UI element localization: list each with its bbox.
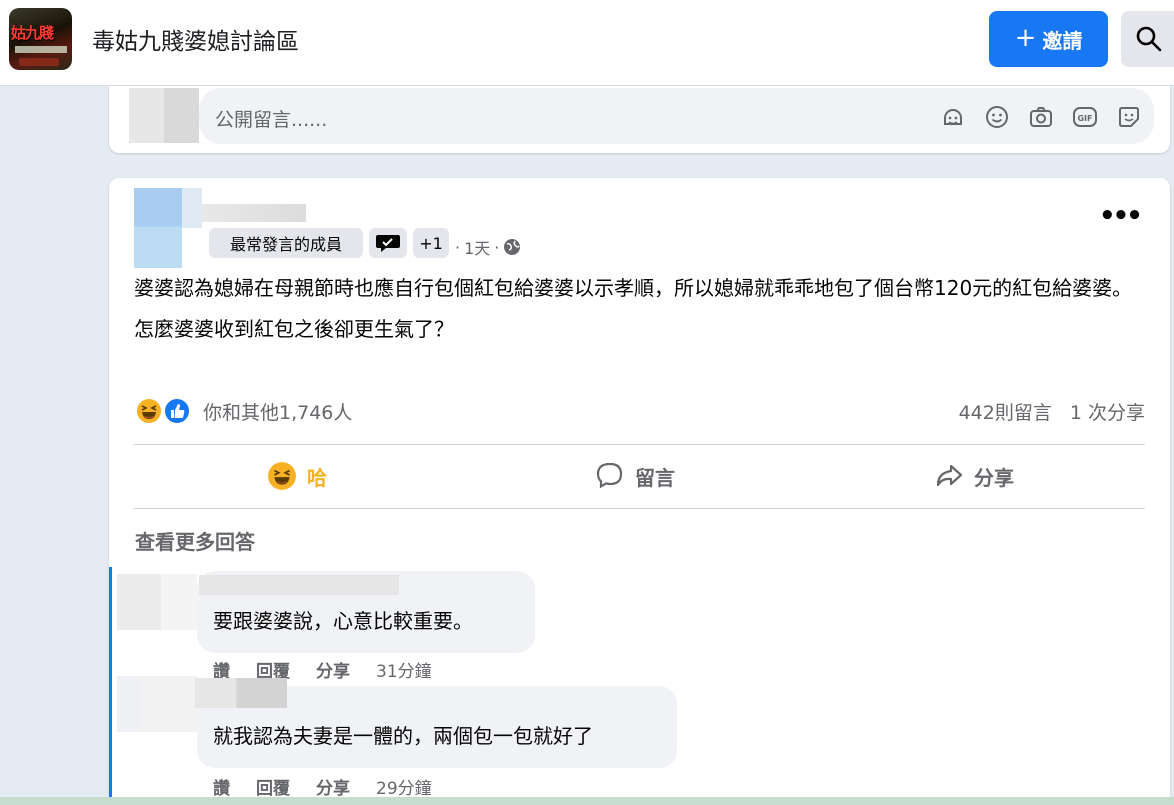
conversation-badge[interactable] <box>369 228 407 258</box>
reactors-text: 你和其他1,746人 <box>203 401 353 424</box>
like-comment-button[interactable]: 讚 <box>213 774 230 799</box>
avatar <box>182 188 202 228</box>
like-icon <box>163 397 191 425</box>
comment-input[interactable]: 公開留言...... GIF <box>199 88 1154 144</box>
view-more-answers-link[interactable]: 查看更多回答 <box>135 526 255 555</box>
more-badges[interactable]: +1 <box>413 228 449 258</box>
group-logo[interactable]: 姑九賤 <box>9 8 72 70</box>
share-button[interactable]: 分享 <box>934 458 1014 494</box>
svg-text:GIF: GIF <box>1077 114 1092 123</box>
share-count[interactable]: 1 次分享 <box>1070 398 1145 425</box>
reaction-icons <box>135 395 195 427</box>
share-icon <box>936 464 963 487</box>
reaction-summary[interactable]: 你和其他1,746人 <box>135 395 352 427</box>
comment-time[interactable]: 29分鐘 <box>376 774 432 799</box>
haha-icon <box>268 462 296 490</box>
avatar <box>129 88 199 143</box>
avatar[interactable] <box>117 676 197 732</box>
logo-decoration <box>15 46 67 53</box>
post-paragraph: 怎麼婆婆收到紅包之後卻更生氣了？ <box>134 317 454 341</box>
share-comment-button[interactable]: 分享 <box>316 774 350 799</box>
camera-icon[interactable] <box>1028 104 1054 130</box>
more-badges-label: +1 <box>419 233 443 253</box>
invite-label: 邀請 <box>1042 28 1083 53</box>
composer-tools: GIF <box>940 104 1142 130</box>
badge-label: 最常發言的成員 <box>229 235 342 254</box>
gif-icon[interactable]: GIF <box>1072 104 1098 130</box>
comment-icon <box>596 462 623 489</box>
haha-label: 哈 <box>307 465 327 490</box>
plus-icon: + <box>1014 22 1037 53</box>
post-time[interactable]: 1天 <box>464 235 490 259</box>
post-meta: · 1天 · <box>455 235 521 259</box>
avatar[interactable] <box>117 574 197 630</box>
speech-bubble-icon <box>376 235 400 252</box>
commenter-name[interactable] <box>199 575 399 595</box>
top-contributor-badge[interactable]: 最常發言的成員 <box>209 228 363 258</box>
comment-count[interactable]: 442則留言 <box>959 398 1052 425</box>
more-options-button[interactable]: ••• <box>1099 203 1143 229</box>
emoji-icon[interactable] <box>984 104 1010 130</box>
post-paragraph: 婆婆認為媳婦在母親節時也應自行包個紅包給婆婆以示孝順，所以媳婦就乖乖地包了個台幣… <box>134 276 1133 300</box>
divider <box>134 508 1145 509</box>
divider <box>134 444 1145 445</box>
globe-icon <box>504 239 521 255</box>
post-card: 最常發言的成員 +1 · 1天 · ••• 婆婆認為媳婦在母親節時也應自行包個紅… <box>109 178 1170 805</box>
avatar-sticker-icon[interactable] <box>940 104 966 130</box>
thread-line <box>109 567 112 797</box>
haha-button[interactable]: 哈 <box>267 458 327 494</box>
comment-text: 就我認為夫妻是一體的，兩個包一包就好了 <box>213 724 593 748</box>
comment-composer: 公開留言...... GIF <box>109 86 1170 153</box>
group-title[interactable]: 毒姑九賤婆媳討論區 <box>92 22 299 56</box>
reply-button[interactable]: 回覆 <box>256 774 290 799</box>
comment-label: 留言 <box>635 465 675 490</box>
haha-icon <box>135 397 163 425</box>
engagement-counts: 442則留言 1 次分享 <box>959 398 1145 425</box>
group-header: 姑九賤 毒姑九賤婆媳討論區 + 邀請 <box>0 0 1174 86</box>
invite-button[interactable]: + 邀請 <box>989 11 1108 67</box>
bottom-strip <box>0 797 1174 805</box>
comment-placeholder: 公開留言...... <box>215 109 328 131</box>
search-icon <box>1136 26 1162 52</box>
sticker-icon[interactable] <box>1116 104 1142 130</box>
avatar[interactable] <box>134 188 182 268</box>
share-label: 分享 <box>974 465 1014 490</box>
comment-time[interactable]: 31分鐘 <box>376 657 432 682</box>
post-text: 婆婆認為媳婦在母親節時也應自行包個紅包給婆婆以示孝順，所以媳婦就乖乖地包了個台幣… <box>134 273 1144 355</box>
comment-actions: 讚 回覆 分享 29分鐘 <box>213 774 432 799</box>
search-button[interactable] <box>1121 11 1174 67</box>
comment-bubble: 就我認為夫妻是一體的，兩個包一包就好了 <box>195 678 677 768</box>
comment-button[interactable]: 留言 <box>595 458 675 494</box>
share-comment-button[interactable]: 分享 <box>316 657 350 682</box>
logo-decoration <box>19 58 59 66</box>
commenter-name[interactable] <box>195 678 287 708</box>
comment-text: 要跟婆婆說，心意比較重要。 <box>213 609 473 633</box>
comment-bubble: 要跟婆婆說，心意比較重要。 <box>197 571 535 653</box>
author-name[interactable] <box>202 204 306 222</box>
logo-text: 姑九賤 <box>11 24 54 42</box>
